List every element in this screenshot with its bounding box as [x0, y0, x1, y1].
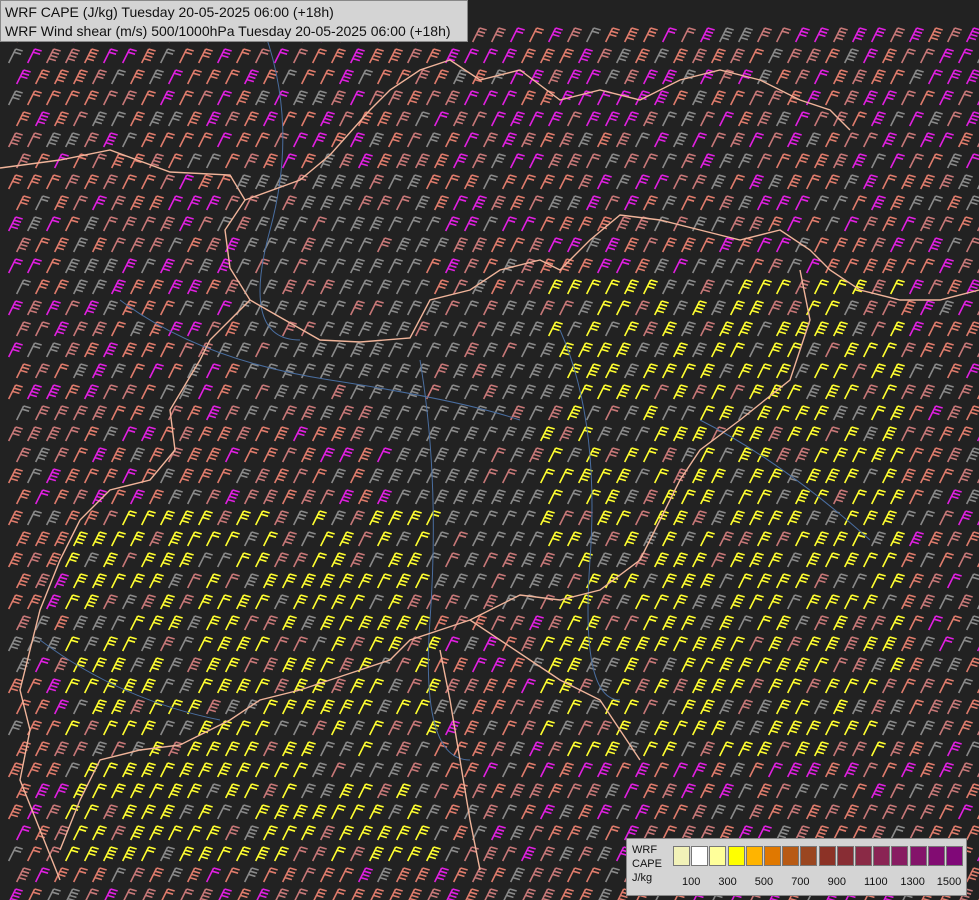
- cape-title: WRF CAPE (J/kg) Tuesday 20-05-2025 06:00…: [5, 4, 334, 20]
- legend-tick-label: 100: [682, 876, 701, 888]
- legend-swatch: [709, 846, 727, 866]
- map-title-box: WRF CAPE (J/kg) Tuesday 20-05-2025 06:00…: [0, 0, 468, 42]
- legend-swatch: [873, 846, 891, 866]
- legend-swatch: [691, 846, 709, 866]
- legend-swatch: [673, 846, 690, 866]
- legend-tick-label: 1500: [936, 876, 962, 888]
- legend-tick-label: 1300: [900, 876, 925, 888]
- legend-label-model: WRF: [632, 844, 658, 856]
- legend-swatch: [782, 846, 800, 866]
- legend-tick-label: 700: [791, 876, 810, 888]
- legend-swatch: [818, 846, 836, 866]
- legend-tick-label: 1100: [864, 876, 888, 888]
- legend-label-unit: J/kg: [632, 872, 653, 884]
- legend-swatch: [764, 846, 781, 866]
- legend-swatch: [745, 846, 763, 866]
- legend-swatch: [800, 846, 818, 866]
- map-canvas: [0, 0, 979, 900]
- legend-swatch: [836, 846, 854, 866]
- legend-swatch: [927, 846, 945, 866]
- legend-label-field: CAPE: [632, 858, 662, 870]
- cape-legend: WRF CAPE J/kg 100 300 500 700 900 1100 1300 150…: [626, 838, 967, 896]
- legend-swatch: [855, 846, 872, 866]
- legend-swatch: [946, 846, 963, 866]
- legend-tick-label: 500: [754, 876, 774, 888]
- legend-swatch: [891, 846, 909, 866]
- legend-swatch: [909, 846, 927, 866]
- wind-shear-title: WRF Wind shear (m/s) 500/1000hPa Tuesday…: [5, 23, 451, 39]
- legend-tick-label: 900: [827, 876, 846, 888]
- legend-tick-label: 300: [718, 876, 737, 888]
- legend-swatch: [727, 846, 745, 866]
